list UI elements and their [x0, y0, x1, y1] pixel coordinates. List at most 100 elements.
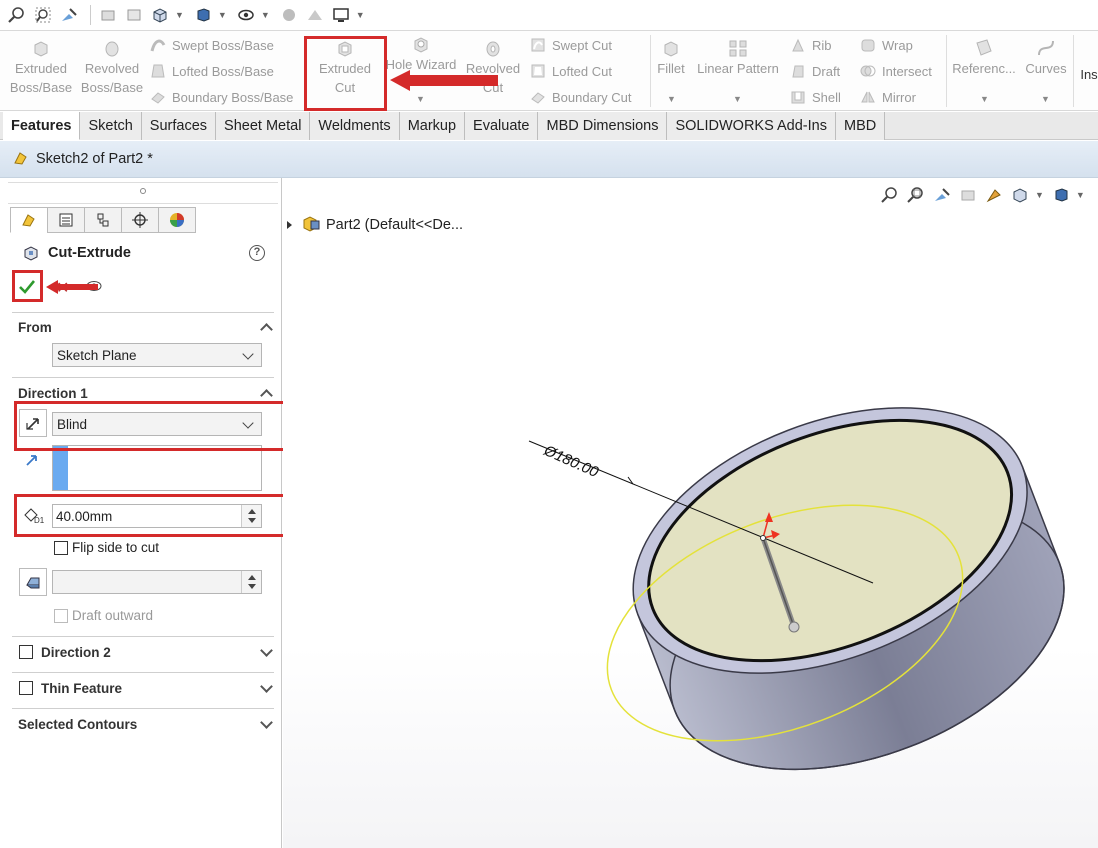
apply-scene-icon[interactable]: [304, 4, 326, 26]
linear-pattern-button[interactable]: Linear Pattern: [694, 35, 782, 78]
tab-mbd-dimensions[interactable]: MBD Dimensions: [538, 112, 668, 140]
zoom-to-fit-icon[interactable]: [6, 4, 28, 26]
ribbon-separator: [650, 35, 651, 107]
boundary-boss-icon: [150, 89, 166, 105]
chevron-down-icon[interactable]: ▼: [980, 94, 989, 104]
tab-surfaces[interactable]: Surfaces: [141, 112, 217, 140]
tab-sketch[interactable]: Sketch: [80, 112, 142, 140]
draft-label: Draft: [812, 63, 841, 79]
fillet-icon: [664, 41, 678, 57]
thin-feature-checkbox[interactable]: [19, 681, 33, 695]
hide-show-items-icon[interactable]: [235, 4, 257, 26]
section-direction2-header[interactable]: Direction 2: [41, 645, 111, 660]
lofted-boss-button[interactable]: Lofted Boss/Base: [150, 59, 274, 83]
command-manager: Extruded Boss/Base Revolved Boss/Base Sw…: [0, 31, 1098, 111]
chevron-up-icon[interactable]: [260, 389, 273, 402]
instant3d-label: Ins: [1080, 67, 1098, 82]
section-from-header[interactable]: From: [18, 320, 52, 335]
from-select[interactable]: Sketch Plane: [52, 343, 262, 367]
section-thin-feature-header[interactable]: Thin Feature: [41, 681, 122, 696]
extruded-boss-button[interactable]: Extruded Boss/Base: [8, 35, 74, 97]
tab-markup[interactable]: Markup: [399, 112, 466, 140]
wrap-button[interactable]: Wrap: [860, 33, 913, 57]
mirror-label: Mirror: [882, 89, 916, 105]
fillet-button[interactable]: Fillet: [654, 35, 688, 78]
intersect-button[interactable]: Intersect: [860, 59, 932, 83]
shell-label: Shell: [812, 89, 841, 105]
graphics-area[interactable]: Part2 (Default<<De... ▼ ▼ Ø180.00: [283, 178, 1098, 848]
linear-pattern-label: Linear Pattern: [697, 61, 779, 76]
display-style-icon[interactable]: [192, 4, 214, 26]
chevron-down-icon[interactable]: ▼: [1041, 94, 1050, 104]
direction-vector-icon: [24, 452, 40, 471]
revolved-boss-button[interactable]: Revolved Boss/Base: [80, 35, 144, 97]
draft-icon: [26, 577, 40, 589]
draft-angle-input[interactable]: [52, 570, 262, 594]
chevron-down-icon[interactable]: [260, 680, 273, 693]
tab-evaluate[interactable]: Evaluate: [465, 112, 539, 140]
dimxpert-manager-tab[interactable]: [121, 207, 159, 233]
chevron-down-icon[interactable]: [260, 716, 273, 729]
section-selected-contours-header[interactable]: Selected Contours: [18, 717, 137, 732]
chevron-down-icon[interactable]: ▼: [733, 94, 742, 104]
swept-cut-button[interactable]: Swept Cut: [530, 33, 612, 57]
help-button[interactable]: ?: [249, 245, 265, 261]
tab-sheet-metal[interactable]: Sheet Metal: [216, 112, 311, 140]
boundary-boss-button[interactable]: Boundary Boss/Base: [150, 85, 293, 109]
chevron-down-icon[interactable]: ▼: [667, 94, 676, 104]
chevron-up-icon[interactable]: [260, 323, 273, 336]
draft-button[interactable]: Draft: [790, 59, 840, 83]
revolved-boss-icon: [105, 41, 119, 57]
annotation-box-ok: [12, 270, 43, 302]
mirror-button[interactable]: Mirror: [860, 85, 916, 109]
tab-solidworks-addins[interactable]: SOLIDWORKS Add-Ins: [667, 112, 836, 140]
reference-geometry-label: Referenc...: [952, 61, 1016, 76]
feature-manager-tab[interactable]: [10, 207, 48, 233]
shell-button[interactable]: Shell: [790, 85, 841, 109]
section-view-icon[interactable]: [97, 4, 119, 26]
section-direction1-header[interactable]: Direction 1: [18, 386, 88, 401]
rib-button[interactable]: Rib: [790, 33, 832, 57]
property-manager-tab[interactable]: [47, 207, 85, 233]
tab-weldments[interactable]: Weldments: [310, 112, 400, 140]
swept-boss-button[interactable]: Swept Boss/Base: [150, 33, 274, 57]
diameter-dimension[interactable]: Ø180.00: [540, 442, 601, 482]
dynamic-annotation-icon[interactable]: [123, 4, 145, 26]
configuration-manager-tab[interactable]: [84, 207, 122, 233]
cylinder-part[interactable]: [596, 357, 1098, 821]
annotation-arrow-ok: [46, 280, 98, 294]
appearance-pie-icon: [170, 213, 184, 227]
chevron-down-icon[interactable]: [260, 644, 273, 657]
model-viewport[interactable]: Ø180.00: [283, 178, 1098, 848]
edit-appearance-icon[interactable]: [278, 4, 300, 26]
zoom-to-area-icon[interactable]: [32, 4, 54, 26]
feature-manager-icon: [22, 214, 35, 227]
direction2-checkbox[interactable]: [19, 645, 33, 659]
direction-selection-box[interactable]: [52, 445, 262, 491]
previous-view-icon[interactable]: [58, 4, 80, 26]
panel-grip[interactable]: [8, 182, 278, 204]
fillet-label: Fillet: [657, 61, 685, 76]
view-settings-icon[interactable]: [330, 4, 352, 26]
draft-angle-spinner[interactable]: [241, 571, 261, 593]
draft-outward-checkbox[interactable]: [54, 609, 68, 623]
reference-geometry-button[interactable]: Referenc...: [950, 35, 1018, 78]
divider: [12, 312, 274, 313]
flip-side-checkbox[interactable]: [54, 541, 68, 555]
manager-tabs: [10, 207, 196, 233]
display-manager-tab[interactable]: [158, 207, 196, 233]
instant3d-button[interactable]: Ins: [1077, 65, 1098, 84]
view-orientation-icon[interactable]: [149, 4, 171, 26]
curves-button[interactable]: Curves: [1022, 35, 1070, 78]
chevron-down-icon[interactable]: ▼: [175, 10, 184, 20]
curves-icon: [1038, 40, 1054, 56]
tab-features[interactable]: Features: [3, 112, 81, 140]
toolbar-separator: [90, 5, 91, 25]
chevron-down-icon[interactable]: ▼: [261, 10, 270, 20]
draft-toggle-button[interactable]: [19, 568, 47, 596]
chevron-down-icon[interactable]: ▼: [218, 10, 227, 20]
lofted-cut-button[interactable]: Lofted Cut: [530, 59, 612, 83]
tab-mbd[interactable]: MBD: [835, 112, 886, 140]
boundary-cut-button[interactable]: Boundary Cut: [530, 85, 632, 109]
chevron-down-icon[interactable]: ▼: [356, 10, 365, 20]
